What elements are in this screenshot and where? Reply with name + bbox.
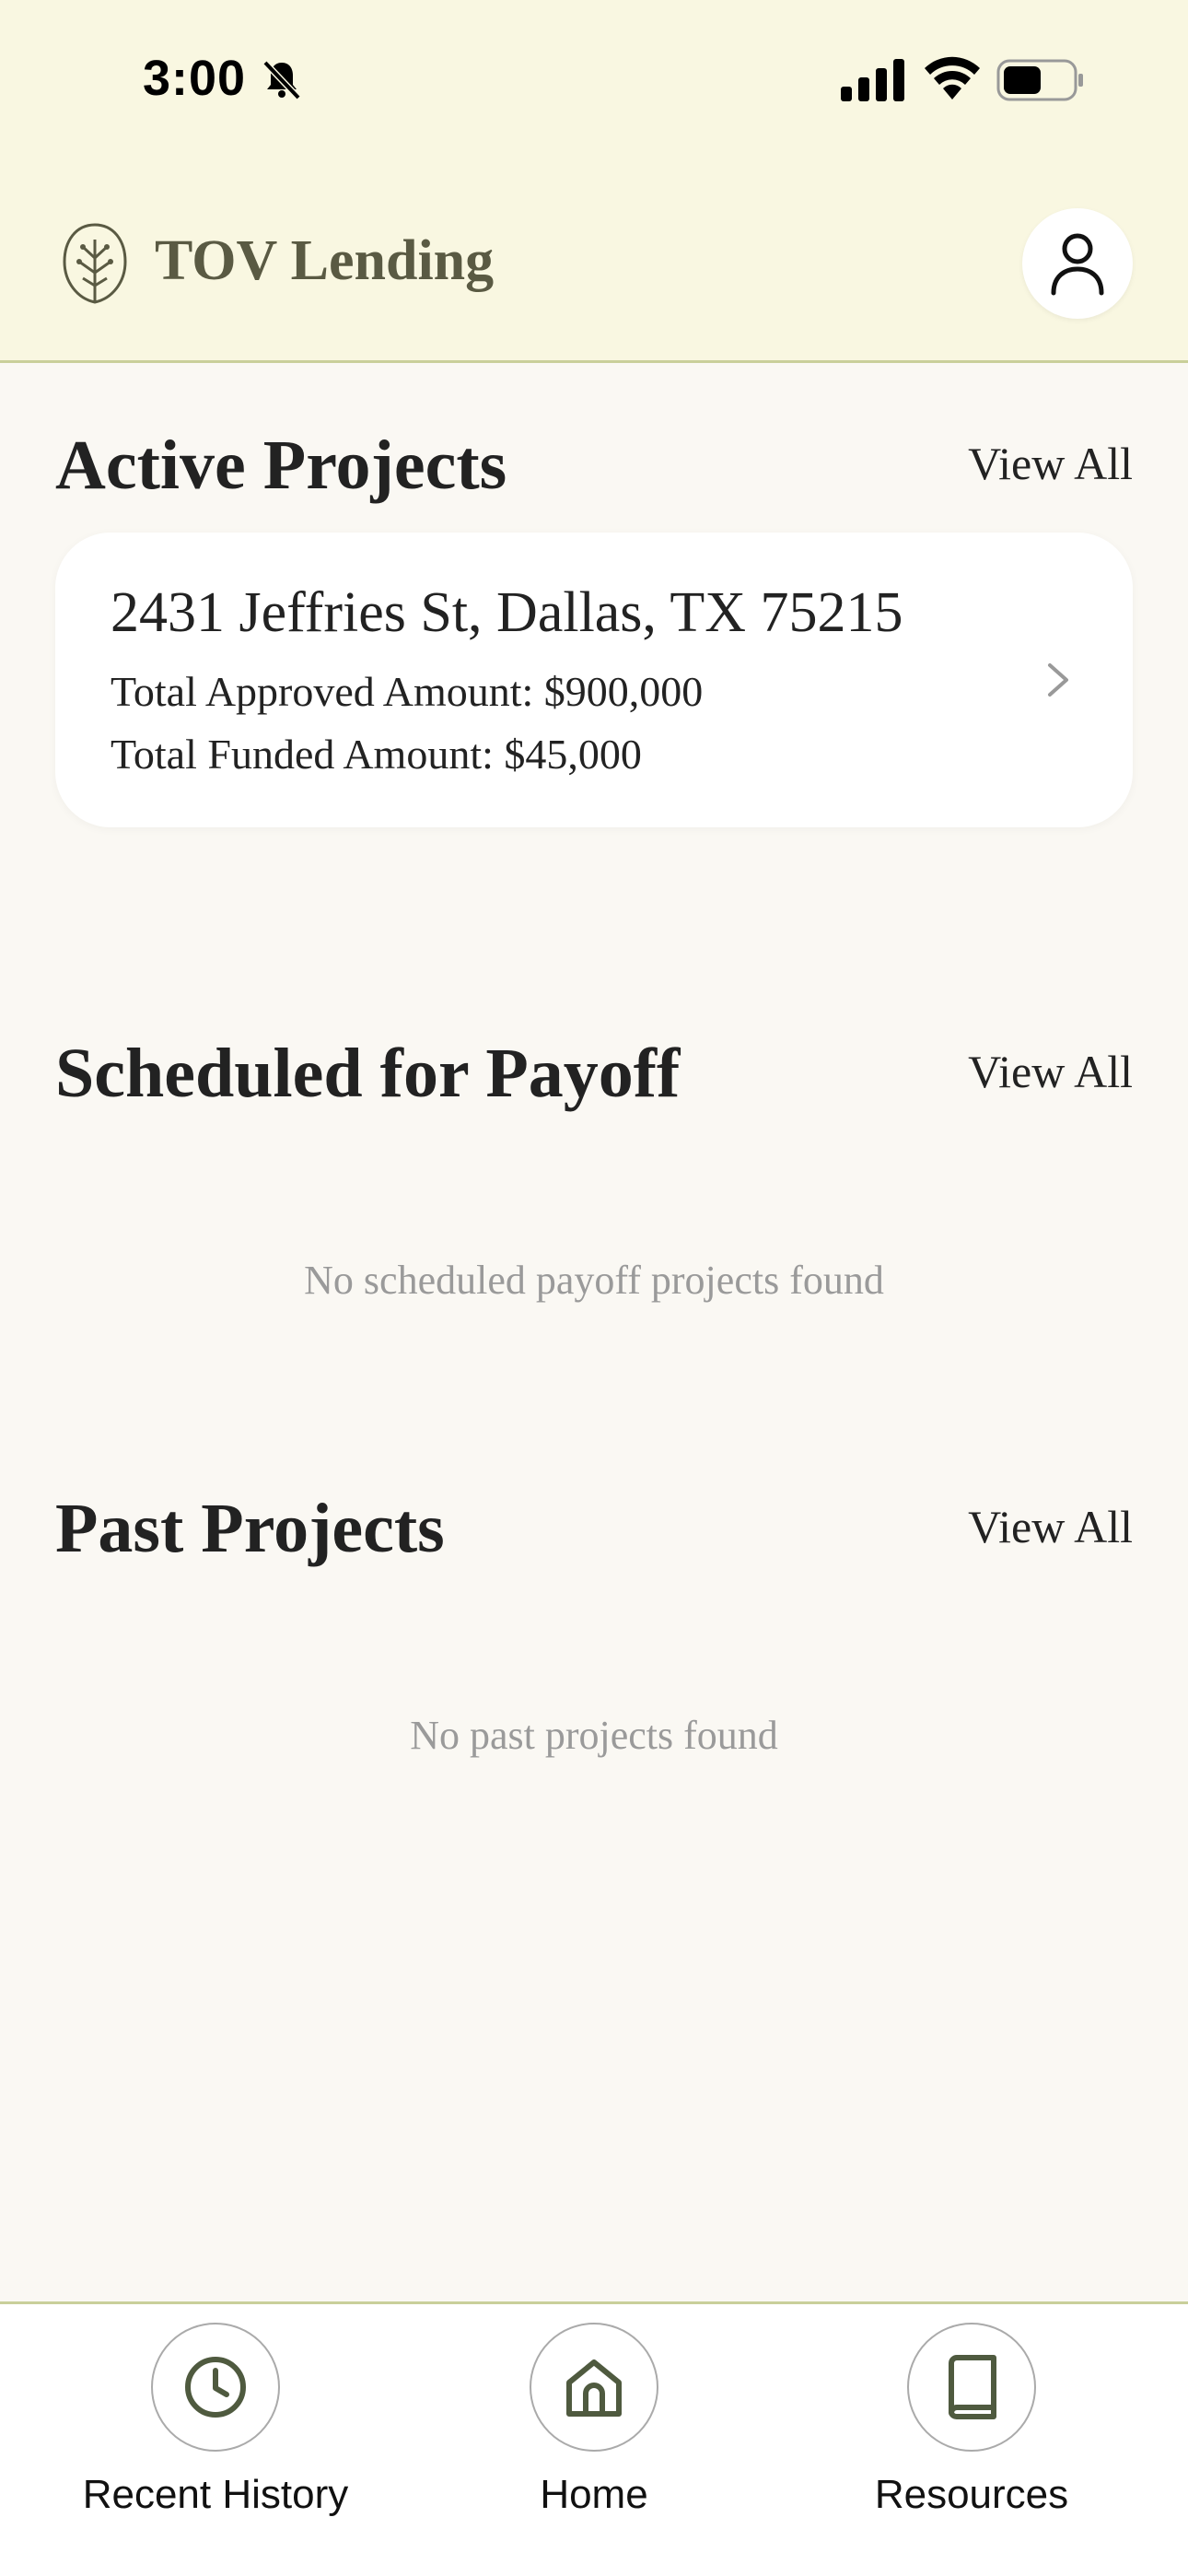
project-address: 2431 Jeffries St, Dallas, TX 75215: [111, 581, 903, 644]
past-projects-empty-message: No past projects found: [410, 1713, 778, 1758]
past-projects-view-all-link[interactable]: View All: [968, 1500, 1133, 1553]
scheduled-payoff-title: Scheduled for Payoff: [55, 1035, 681, 1112]
nav-label-home: Home: [540, 2472, 648, 2517]
silent-bell-icon: [262, 60, 301, 100]
brand-name: TOV Lending: [155, 229, 495, 292]
status-time: 3:00: [143, 51, 247, 106]
funded-amount: Total Funded Amount: $45,000: [111, 731, 642, 778]
home-button[interactable]: [530, 2323, 658, 2452]
cellular-signal-icon: [841, 59, 904, 101]
scheduled-payoff-view-all-link[interactable]: View All: [968, 1045, 1133, 1098]
chevron-right-icon: [1048, 663, 1068, 697]
nav-item-resources[interactable]: Resources: [787, 2323, 1156, 2518]
tree-logo-icon: [63, 223, 127, 304]
wifi-icon: [925, 56, 980, 100]
approved-amount: Total Approved Amount: $900,000: [111, 668, 704, 715]
top-bar: 3:00 TOV Lending: [0, 0, 1188, 363]
bottom-navigation: Recent History Home Resources: [0, 2301, 1188, 2576]
nav-item-recent-history[interactable]: Recent History: [31, 2323, 400, 2518]
past-projects-title: Past Projects: [55, 1490, 445, 1567]
clock-icon: [185, 2357, 246, 2418]
book-icon: [949, 2355, 996, 2419]
home-icon: [566, 2359, 622, 2417]
profile-button[interactable]: [1022, 208, 1133, 319]
recent-history-button[interactable]: [151, 2323, 280, 2452]
user-icon: [1051, 233, 1104, 296]
resources-button[interactable]: [907, 2323, 1036, 2452]
active-projects-view-all-link[interactable]: View All: [968, 437, 1133, 490]
nav-label-resources: Resources: [874, 2472, 1069, 2517]
nav-label-recent-history: Recent History: [82, 2472, 349, 2517]
project-card[interactable]: 2431 Jeffries St, Dallas, TX 75215 Total…: [55, 533, 1133, 827]
nav-item-home[interactable]: Home: [410, 2323, 778, 2518]
active-projects-title: Active Projects: [55, 427, 507, 504]
battery-icon: [996, 59, 1083, 101]
scheduled-payoff-empty-message: No scheduled payoff projects found: [304, 1258, 884, 1303]
